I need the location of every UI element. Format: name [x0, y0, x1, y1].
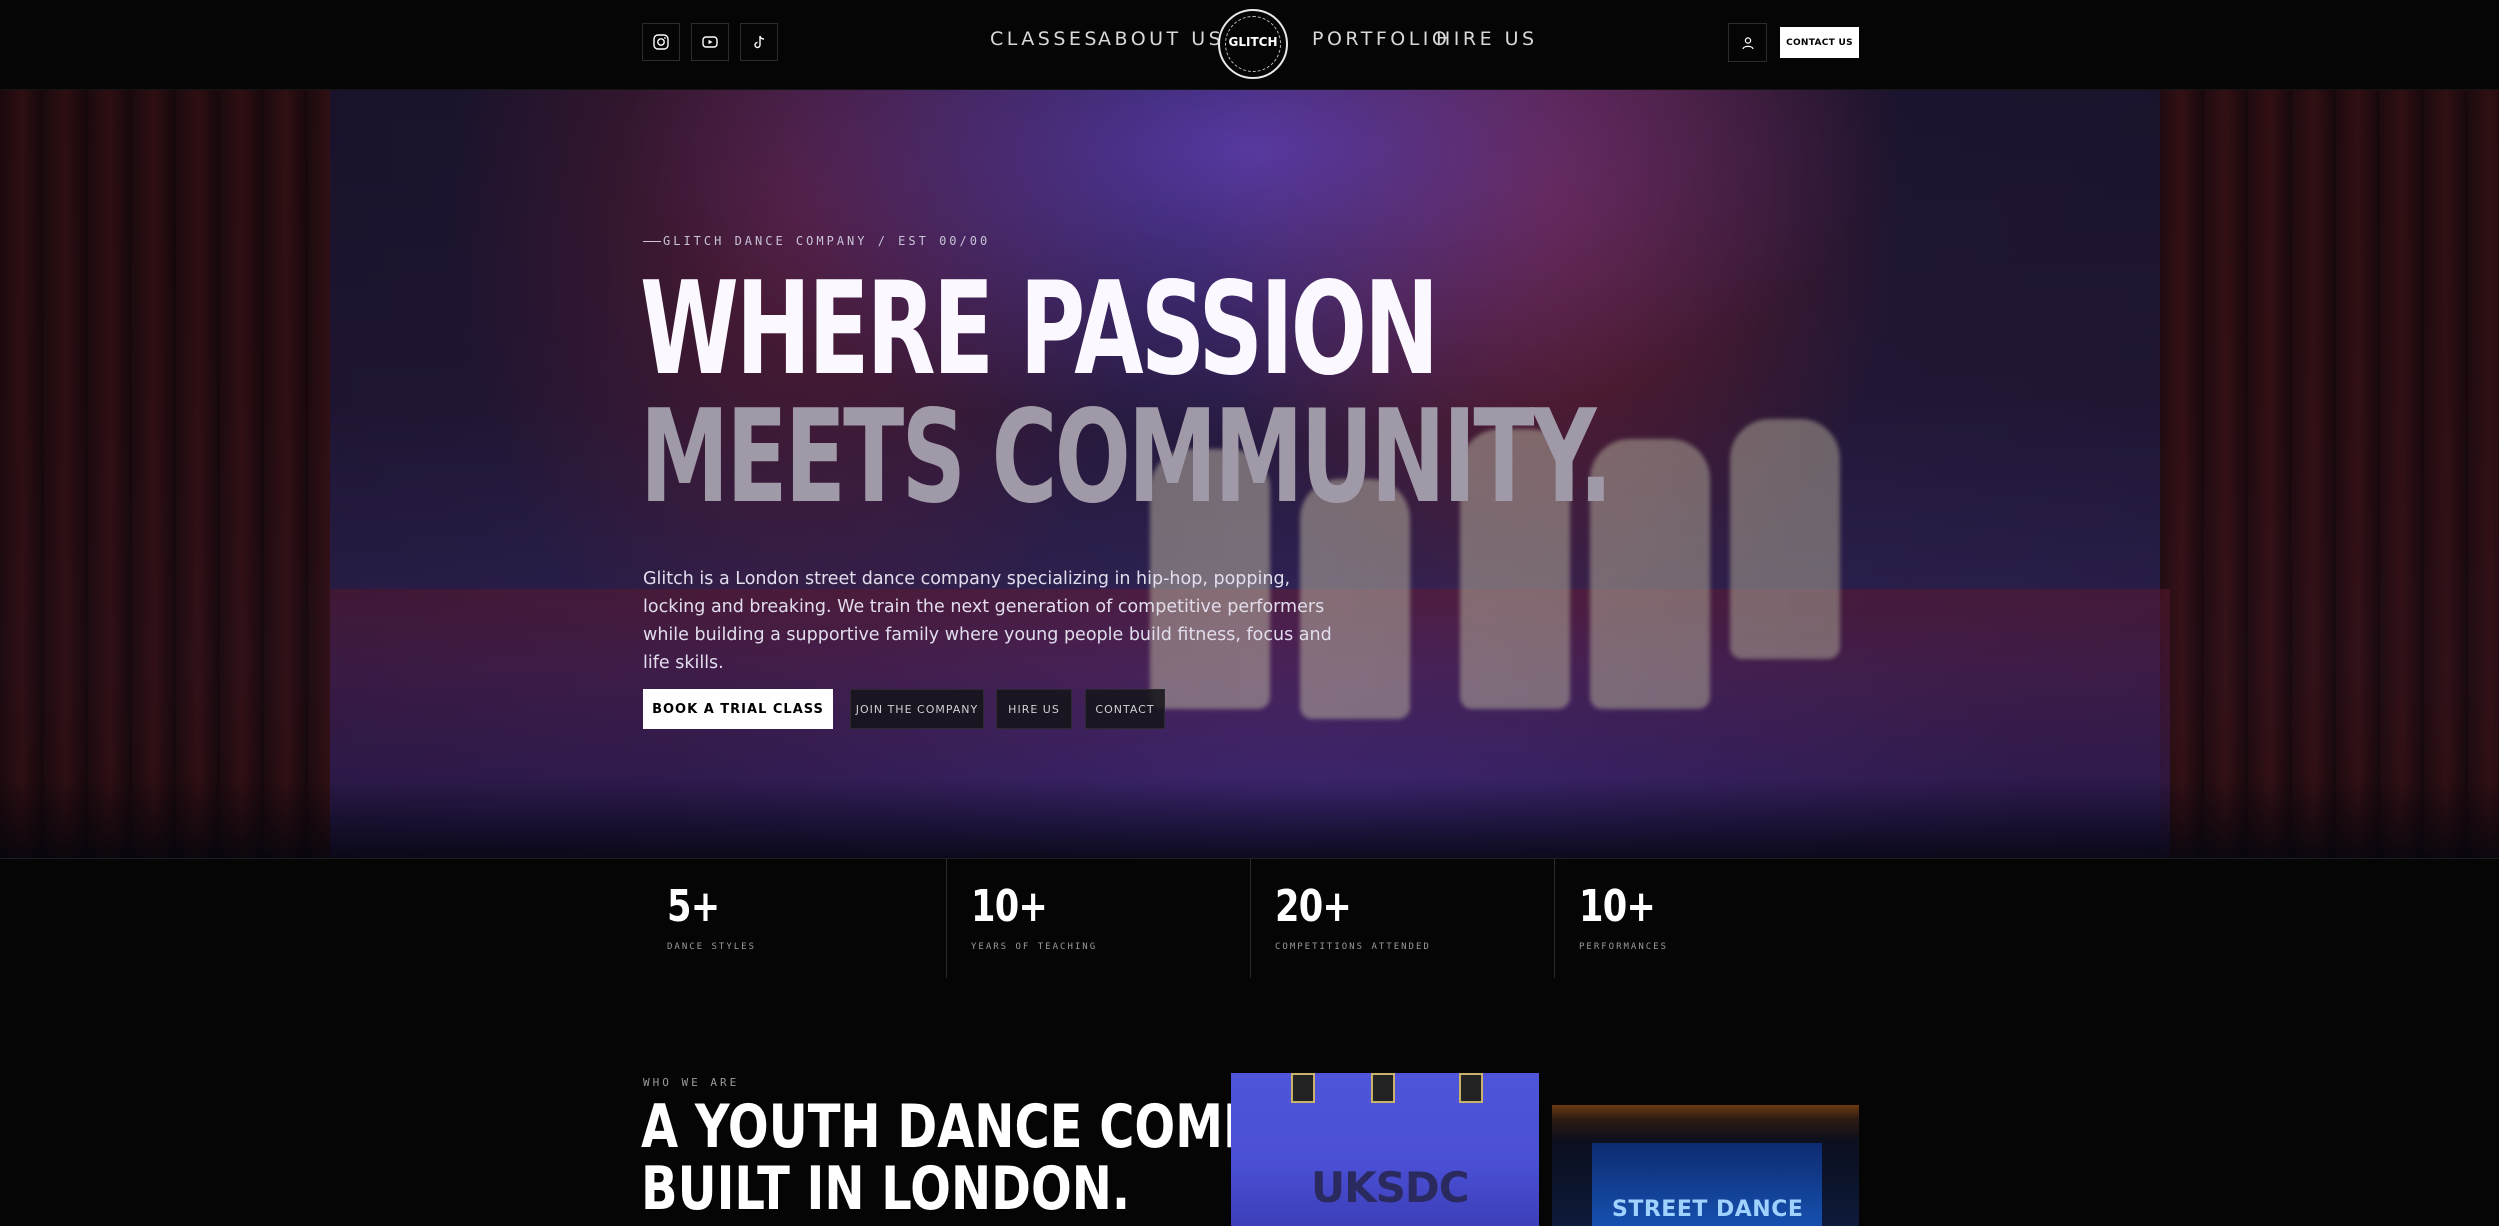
stat-label: COMPETITIONS ATTENDED	[1275, 942, 1431, 952]
about-photo-uksdc: UKSDC	[1231, 1073, 1539, 1226]
hero-section: GLITCH DANCE COMPANY / EST 00/00 WHERE P…	[0, 89, 2499, 858]
join-company-button[interactable]: JOIN THE COMPANY	[850, 689, 984, 729]
nav-portfolio[interactable]: PORTFOLIO	[1312, 28, 1450, 50]
photo-window	[1371, 1073, 1395, 1103]
photo-banner-text: UKSDC	[1311, 1163, 1470, 1212]
hero-eyebrow: GLITCH DANCE COMPANY / EST 00/00	[643, 234, 990, 248]
tiktok-icon[interactable]	[740, 23, 778, 61]
eyebrow-dash	[643, 241, 661, 242]
user-icon[interactable]	[1728, 23, 1767, 62]
photo-stage-title: STREET DANCE	[1612, 1197, 1804, 1222]
site-header: CLASSES ABOUT US GLITCH PORTFOLIO HIRE U…	[0, 0, 2499, 90]
user-glyph	[1741, 36, 1754, 49]
hero-headline-line1: WHERE PASSION	[640, 255, 1439, 404]
youtube-icon[interactable]	[691, 23, 729, 61]
stat-divider	[946, 859, 947, 978]
stat-value: 10+	[1579, 881, 1656, 932]
stat-label: YEARS OF TEACHING	[971, 942, 1098, 952]
youtube-glyph	[702, 36, 718, 48]
hero-headline-line2: MEETS COMMUNITY.	[640, 383, 1613, 532]
nav-classes[interactable]: CLASSES	[990, 28, 1100, 50]
instagram-icon[interactable]	[642, 23, 680, 61]
hire-us-button[interactable]: HIRE US	[996, 689, 1072, 729]
hero-description: Glitch is a London street dance company …	[643, 569, 1332, 673]
contact-button[interactable]: CONTACT	[1085, 689, 1165, 729]
stats-bar: 5+ DANCE STYLES 10+ YEARS OF TEACHING 20…	[0, 858, 2499, 978]
tiktok-glyph	[754, 35, 765, 49]
photo-window	[1459, 1073, 1483, 1103]
contact-us-button[interactable]: CONTACT US	[1780, 27, 1859, 58]
stat-value: 10+	[971, 881, 1048, 932]
section-eyebrow: WHO WE ARE	[643, 1076, 740, 1089]
stat-label: DANCE STYLES	[667, 942, 757, 952]
book-trial-class-button[interactable]: BOOK A TRIAL CLASS	[643, 689, 833, 729]
logo-text: GLITCH	[1228, 35, 1278, 49]
stat-label: PERFORMANCES	[1579, 942, 1669, 952]
about-photo-street-dance: STREET DANCE	[1552, 1105, 1859, 1226]
nav-about-us[interactable]: ABOUT US	[1098, 28, 1224, 50]
photo-window	[1291, 1073, 1315, 1103]
hero-eyebrow-text: GLITCH DANCE COMPANY / EST 00/00	[663, 234, 991, 248]
nav-hire-us[interactable]: HIRE US	[1436, 28, 1538, 50]
stat-value: 20+	[1275, 881, 1352, 932]
stat-divider	[1554, 859, 1555, 978]
instagram-glyph	[653, 34, 669, 50]
glitch-logo[interactable]: GLITCH	[1218, 9, 1288, 79]
stat-value: 5+	[667, 881, 720, 932]
stat-divider	[1250, 859, 1251, 978]
